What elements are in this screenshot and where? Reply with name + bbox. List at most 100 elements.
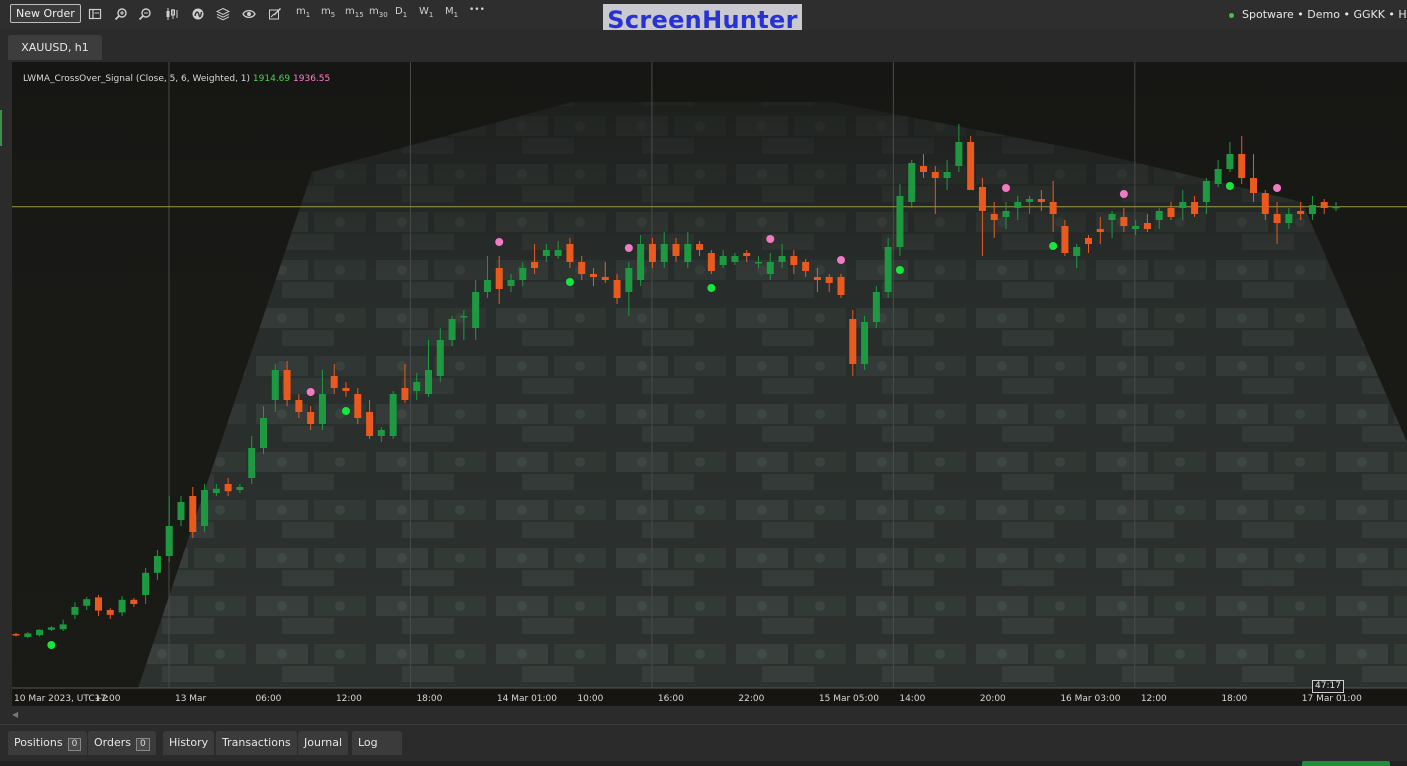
candle-body xyxy=(1320,202,1328,208)
candle-body xyxy=(931,172,939,178)
candle-body xyxy=(142,572,150,595)
panel-indicator xyxy=(0,110,2,146)
time-axis-tick: 20:00 xyxy=(980,694,1006,704)
tab-transactions[interactable]: Transactions xyxy=(216,731,297,755)
candle-body xyxy=(601,277,609,280)
candle-body xyxy=(342,388,350,391)
indicator-name: LWMA_CrossOver_Signal (Close, 5, 6, Weig… xyxy=(23,74,251,84)
candle-body xyxy=(401,388,409,400)
candle-body xyxy=(531,262,539,268)
chart-type-icon[interactable] xyxy=(163,5,181,23)
timeframe-mn1[interactable]: M1 xyxy=(445,6,458,19)
candle-body xyxy=(483,280,491,292)
candle-body xyxy=(790,256,798,265)
time-axis-tick: 15 Mar 05:00 xyxy=(819,694,879,704)
bottom-toolbar-strip xyxy=(0,761,1407,766)
eye-icon[interactable] xyxy=(240,5,258,23)
candle-body xyxy=(990,214,998,220)
orders-count-badge: 0 xyxy=(136,738,150,751)
tab-history[interactable]: History xyxy=(163,731,215,755)
new-order-button[interactable]: New Order xyxy=(10,4,81,23)
buy-signal-dot xyxy=(565,278,574,286)
timeframe-m15[interactable]: m15 xyxy=(345,6,364,19)
tab-orders[interactable]: Orders 0 xyxy=(88,731,156,755)
candle-body xyxy=(696,244,704,250)
account-info[interactable]: Spotware • Demo • GGKK • Hedging xyxy=(1229,8,1407,21)
timeframe-m1[interactable]: m1 xyxy=(296,6,310,19)
candle-body xyxy=(1155,211,1163,220)
candle-body xyxy=(1132,226,1140,229)
candle-body xyxy=(36,629,44,636)
scroll-left-icon[interactable]: ◀ xyxy=(12,710,18,719)
sell-signal-dot xyxy=(624,244,633,252)
time-axis-tick: 17:00 xyxy=(94,694,120,704)
time-axis-tick: 16 Mar 03:00 xyxy=(1060,694,1120,704)
candle-body xyxy=(1014,202,1022,208)
candle-body xyxy=(106,610,114,615)
tab-positions-label: Positions xyxy=(14,736,63,749)
drawing-tools-icon[interactable] xyxy=(266,5,284,23)
timeframe-m30[interactable]: m30 xyxy=(369,6,388,19)
candle-body xyxy=(719,256,727,265)
candle-body xyxy=(1273,214,1281,223)
candle-body xyxy=(802,262,810,271)
time-axis-tick: 16:00 xyxy=(658,694,684,704)
top-toolbar: New Order m1 m5 m15 m30 D1 W1 M1 ••• Scr… xyxy=(0,0,1407,36)
candle-body xyxy=(1214,169,1222,184)
candle-body xyxy=(177,502,185,520)
candle-body xyxy=(1037,199,1045,202)
buy-signal-dot xyxy=(342,407,350,415)
candle-body xyxy=(83,599,91,606)
timeframe-w1[interactable]: W1 xyxy=(419,6,433,19)
candle-body xyxy=(566,244,574,262)
left-panel-strip xyxy=(0,62,12,706)
trading-app: New Order m1 m5 m15 m30 D1 W1 M1 ••• Scr… xyxy=(0,0,1407,766)
time-axis-tick: 13 Mar xyxy=(175,694,207,704)
candle-body xyxy=(307,412,315,424)
time-axis-tick: 10:00 xyxy=(577,694,603,704)
candle-body xyxy=(755,262,762,264)
candle-body xyxy=(1297,211,1305,214)
candle-body xyxy=(731,256,739,262)
layout-icon[interactable] xyxy=(86,5,104,23)
bar-countdown: 47:17 xyxy=(1312,680,1344,693)
more-options-icon[interactable]: ••• xyxy=(469,5,485,15)
candle-body xyxy=(366,412,374,436)
candle-body xyxy=(436,340,444,376)
chart-canvas[interactable]: 10 Mar 2023, UTC+217:00 13 Mar 06:00 12:00 1… xyxy=(12,62,1407,706)
new-order-bottom-button[interactable] xyxy=(1302,761,1390,766)
zoom-out-icon[interactable] xyxy=(136,5,154,23)
candle-body xyxy=(1238,154,1246,178)
indicator-legend[interactable]: LWMA_CrossOver_Signal (Close, 5, 6, Weig… xyxy=(23,74,330,84)
candle-body xyxy=(1191,202,1199,214)
tab-positions[interactable]: Positions 0 xyxy=(8,731,88,755)
timeframe-d1[interactable]: D1 xyxy=(395,6,407,19)
candle-body xyxy=(1026,199,1034,202)
horizontal-scrollbar[interactable]: ◀ xyxy=(0,706,1407,724)
candle-body xyxy=(884,247,892,292)
candle-body xyxy=(47,627,55,630)
zoom-in-icon[interactable] xyxy=(112,5,130,23)
time-axis-tick: 14 Mar 01:00 xyxy=(497,694,557,704)
candle-body xyxy=(271,370,279,400)
candle-body xyxy=(460,316,468,318)
candle-body xyxy=(766,262,774,274)
sell-signal-dot xyxy=(1273,184,1282,192)
candle-body xyxy=(212,488,220,493)
candle-body xyxy=(1261,193,1269,214)
candle-body xyxy=(672,244,680,256)
tab-journal[interactable]: Journal xyxy=(298,731,349,755)
tab-orders-label: Orders xyxy=(94,736,131,749)
layers-icon[interactable] xyxy=(214,5,232,23)
tab-log[interactable]: Log xyxy=(352,731,402,755)
candle-body xyxy=(1002,211,1010,217)
price-chart[interactable]: 10 Mar 2023, UTC+2 17:00 13 Mar 06:00 12:00 1… xyxy=(12,62,1407,706)
candle-body xyxy=(130,599,138,604)
timeframe-m5[interactable]: m5 xyxy=(321,6,335,19)
candle-body xyxy=(389,394,397,436)
chart-tab-xauusd[interactable]: XAUUSD, h1 xyxy=(8,35,102,60)
candle-body xyxy=(861,322,869,364)
buy-signal-dot xyxy=(1049,242,1058,250)
connection-status-icon xyxy=(1229,12,1234,18)
indicators-icon[interactable] xyxy=(189,5,207,23)
